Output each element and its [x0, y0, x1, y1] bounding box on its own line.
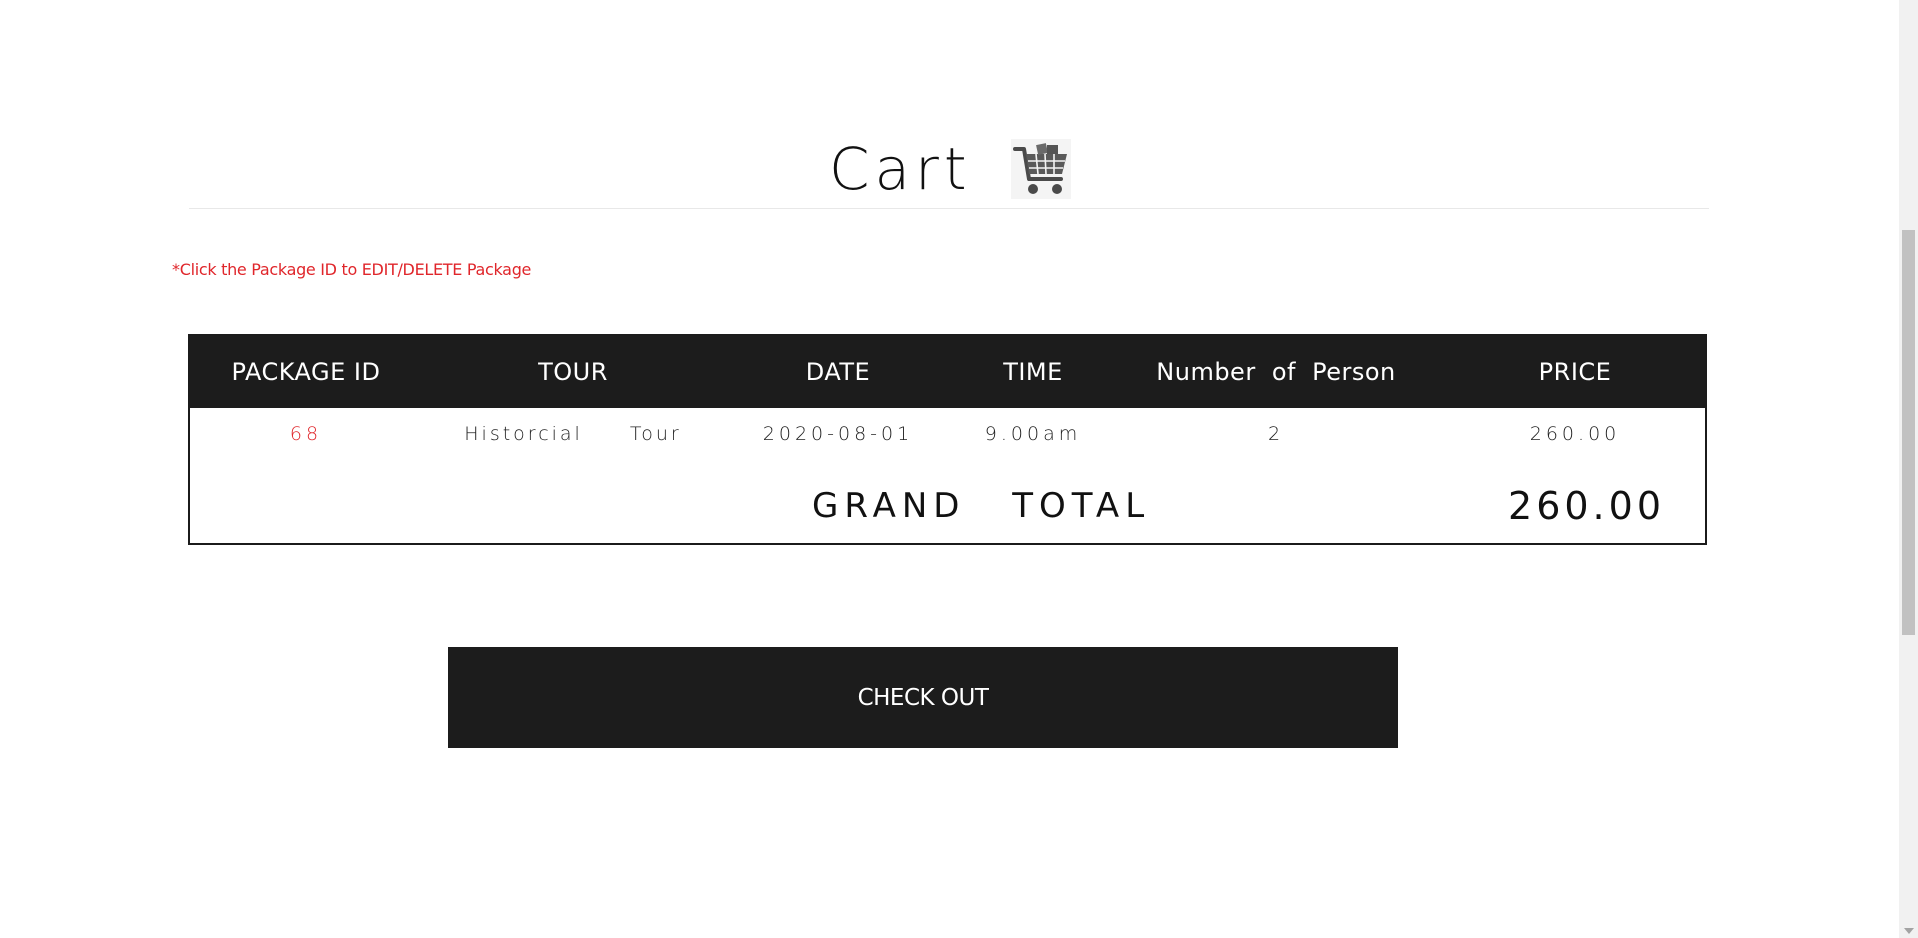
column-header-time: TIME: [1003, 358, 1063, 386]
page-title: Cart: [0, 128, 1900, 206]
grand-total-label: GRAND TOTAL: [812, 486, 1151, 526]
price-cell: 260.00: [1529, 423, 1621, 445]
column-header-price: PRICE: [1538, 358, 1612, 386]
package-id-link[interactable]: 68: [290, 418, 322, 450]
table-header: PACKAGE ID TOUR DATE TIME Number of Pers…: [190, 336, 1705, 408]
page-scrollbar[interactable]: [1899, 0, 1918, 938]
header-divider: [189, 208, 1709, 209]
cart-page: Cart *Click the Package ID to EDIT/DELET…: [0, 0, 1918, 938]
date-cell: 2020-08-01: [762, 423, 914, 445]
edit-hint-note: *Click the Package ID to EDIT/DELETE Pac…: [172, 260, 532, 279]
scroll-down-arrow-icon[interactable]: [1904, 928, 1914, 934]
time-cell: 9.00am: [984, 423, 1082, 445]
checkout-button[interactable]: CHECK OUT: [448, 647, 1398, 748]
cart-title: Cart: [828, 135, 972, 203]
column-header-date: DATE: [805, 358, 871, 386]
column-header-number-of-person: Number of Person: [1156, 358, 1396, 386]
cart-table: PACKAGE ID TOUR DATE TIME Number of Pers…: [188, 334, 1707, 545]
tour-cell: Historcial Tour: [464, 423, 682, 445]
scrollbar-thumb[interactable]: [1902, 230, 1915, 635]
column-header-tour: TOUR: [538, 358, 608, 386]
shopping-cart-icon: [1011, 139, 1072, 199]
column-header-package-id: PACKAGE ID: [231, 358, 381, 386]
persons-cell: 2: [1267, 423, 1285, 445]
grand-total-value: 260.00: [1508, 484, 1665, 528]
